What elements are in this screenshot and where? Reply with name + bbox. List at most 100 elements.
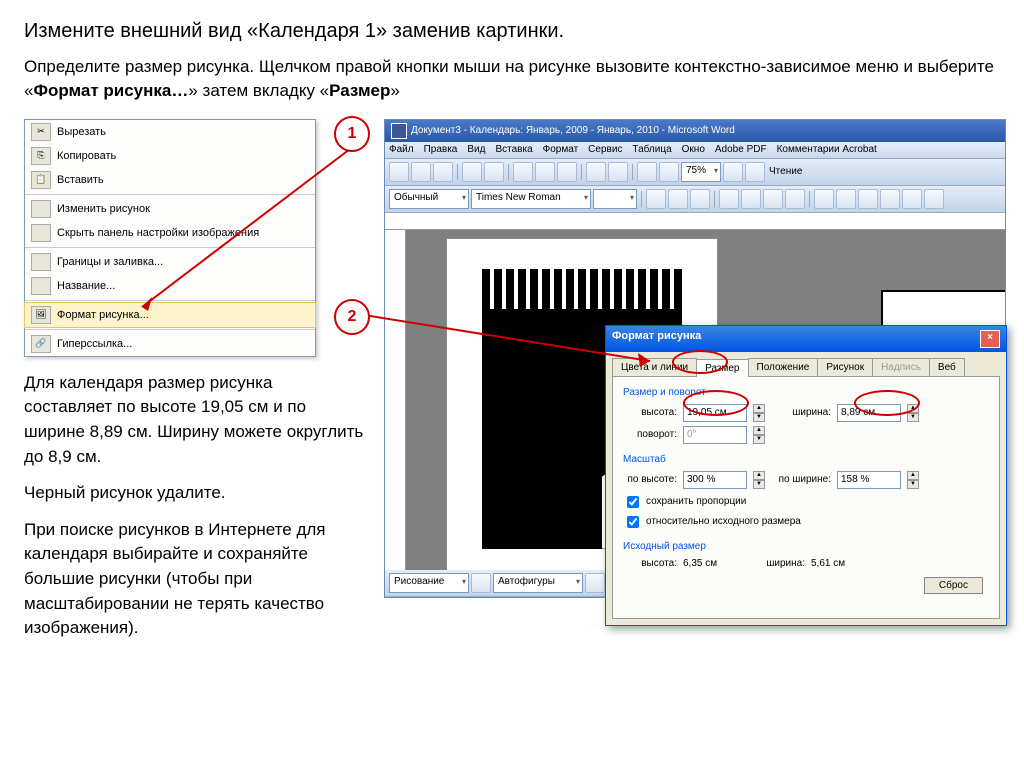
- rotate-input[interactable]: [683, 426, 747, 444]
- sep: [809, 191, 810, 207]
- instruction-text: Определите размер рисунка. Щелчком право…: [24, 55, 1000, 103]
- menu-view[interactable]: Вид: [467, 144, 485, 156]
- bold-icon[interactable]: [646, 189, 666, 209]
- save-icon[interactable]: [433, 162, 453, 182]
- bullets-icon[interactable]: [814, 189, 834, 209]
- menu-tools[interactable]: Сервис: [588, 144, 622, 156]
- keep-ratio-check[interactable]: [627, 496, 639, 508]
- underline-icon[interactable]: [690, 189, 710, 209]
- check2-label: относительно исходного размера: [646, 516, 801, 527]
- highlight-icon[interactable]: [902, 189, 922, 209]
- menu-insert[interactable]: Вставка: [495, 144, 532, 156]
- ctx-paste[interactable]: 📋 Вставить: [25, 168, 315, 192]
- tab-position[interactable]: Положение: [748, 358, 819, 376]
- width-input[interactable]: [837, 404, 901, 422]
- ctx-borders[interactable]: Границы и заливка...: [25, 250, 315, 274]
- align-left-icon[interactable]: [719, 189, 739, 209]
- zoom-combo[interactable]: 75%: [681, 162, 721, 182]
- para-1: Для календаря размер рисунка составляет …: [24, 371, 364, 470]
- copy-icon[interactable]: [535, 162, 555, 182]
- new-icon[interactable]: [389, 162, 409, 182]
- help-icon[interactable]: [723, 162, 743, 182]
- undo-icon[interactable]: [586, 162, 606, 182]
- para-3: При поиске рисунков в Интернете для кале…: [24, 518, 364, 641]
- tab-web[interactable]: Веб: [929, 358, 965, 376]
- indent-less-icon[interactable]: [858, 189, 878, 209]
- tab-colors[interactable]: Цвета и линии: [612, 358, 697, 376]
- align-right-icon[interactable]: [763, 189, 783, 209]
- width-label: ширина:: [771, 407, 831, 418]
- menu-acrobat[interactable]: Комментарии Acrobat: [777, 144, 877, 156]
- width-spinner[interactable]: ▲▼: [907, 404, 919, 422]
- line-icon[interactable]: [585, 573, 605, 593]
- dialog-body: Размер и поворот высота: ▲▼ ширина: ▲▼ п…: [612, 376, 1000, 619]
- para-2: Черный рисунок удалите.: [24, 481, 364, 506]
- l: Скрыть панель настройки изображения: [57, 227, 259, 239]
- select-icon[interactable]: [471, 573, 491, 593]
- height-input[interactable]: [683, 404, 747, 422]
- word-title-text: Документ3 - Календарь: Январь, 2009 - Ян…: [411, 125, 735, 136]
- l: Вставить: [57, 174, 104, 186]
- reading-label[interactable]: Чтение: [769, 166, 802, 177]
- cut-icon: ✂: [31, 123, 51, 141]
- paste-icon: 📋: [31, 171, 51, 189]
- numbering-icon[interactable]: [836, 189, 856, 209]
- preview-icon[interactable]: [484, 162, 504, 182]
- orig-w-val: 5,61 см: [811, 558, 845, 569]
- indent-more-icon[interactable]: [880, 189, 900, 209]
- menu-edit[interactable]: Правка: [424, 144, 458, 156]
- font-combo[interactable]: Times New Roman: [471, 189, 591, 209]
- word-icon: [391, 123, 407, 139]
- paste-icon[interactable]: [557, 162, 577, 182]
- sep: [714, 191, 715, 207]
- ctx-hide-panel[interactable]: Скрыть панель настройки изображения: [25, 221, 315, 245]
- menu-format[interactable]: Формат: [543, 144, 579, 156]
- tab-textbox[interactable]: Надпись: [872, 358, 930, 376]
- group-original: Исходный размер: [623, 541, 989, 552]
- open-icon[interactable]: [411, 162, 431, 182]
- rotate-spinner[interactable]: ▲▼: [753, 426, 765, 444]
- menu-table[interactable]: Таблица: [632, 144, 671, 156]
- scale-h-input[interactable]: [683, 471, 747, 489]
- ctx-edit-image[interactable]: Изменить рисунок: [25, 197, 315, 221]
- draw-menu[interactable]: Рисование: [389, 573, 469, 593]
- menu-window[interactable]: Окно: [682, 144, 705, 156]
- ctx-hyperlink[interactable]: 🔗Гиперссылка...: [25, 332, 315, 356]
- font-color-icon[interactable]: [924, 189, 944, 209]
- align-justify-icon[interactable]: [785, 189, 805, 209]
- separator: [25, 300, 315, 301]
- italic-icon[interactable]: [668, 189, 688, 209]
- callout-marker-2: 2: [334, 299, 370, 335]
- ctx-caption[interactable]: Название...: [25, 274, 315, 298]
- redo-icon[interactable]: [608, 162, 628, 182]
- separator: [25, 247, 315, 248]
- autoshapes-menu[interactable]: Автофигуры: [493, 573, 583, 593]
- reset-button[interactable]: Сброс: [924, 577, 983, 594]
- close-icon[interactable]: ×: [980, 330, 1000, 348]
- bold-size: Размер: [329, 81, 390, 100]
- reading-icon[interactable]: [745, 162, 765, 182]
- menu-adobepdf[interactable]: Adobe PDF: [715, 144, 767, 156]
- style-combo[interactable]: Обычный: [389, 189, 469, 209]
- table-icon[interactable]: [637, 162, 657, 182]
- menubar: Файл Правка Вид Вставка Формат Сервис Та…: [385, 142, 1005, 159]
- tab-picture[interactable]: Рисунок: [817, 358, 873, 376]
- columns-icon[interactable]: [659, 162, 679, 182]
- print-icon[interactable]: [462, 162, 482, 182]
- scale-w-input[interactable]: [837, 471, 901, 489]
- cut-icon[interactable]: [513, 162, 533, 182]
- tab-size[interactable]: Размер: [696, 359, 748, 377]
- ctx-copy[interactable]: ⎘Копировать: [25, 144, 315, 168]
- height-spinner[interactable]: ▲▼: [753, 404, 765, 422]
- ctx-format-picture[interactable]: 🖼Формат рисунка...: [24, 302, 316, 328]
- orig-w-label: ширина:: [745, 558, 805, 569]
- size-combo[interactable]: [593, 189, 637, 209]
- relative-orig-check[interactable]: [627, 516, 639, 528]
- align-center-icon[interactable]: [741, 189, 761, 209]
- menu-file[interactable]: Файл: [389, 144, 414, 156]
- scale-w-spinner[interactable]: ▲▼: [907, 471, 919, 489]
- ruler-horizontal: [385, 213, 1005, 230]
- orig-h-val: 6,35 см: [683, 558, 739, 569]
- ctx-cut[interactable]: ✂Вырезать: [25, 120, 315, 144]
- scale-h-spinner[interactable]: ▲▼: [753, 471, 765, 489]
